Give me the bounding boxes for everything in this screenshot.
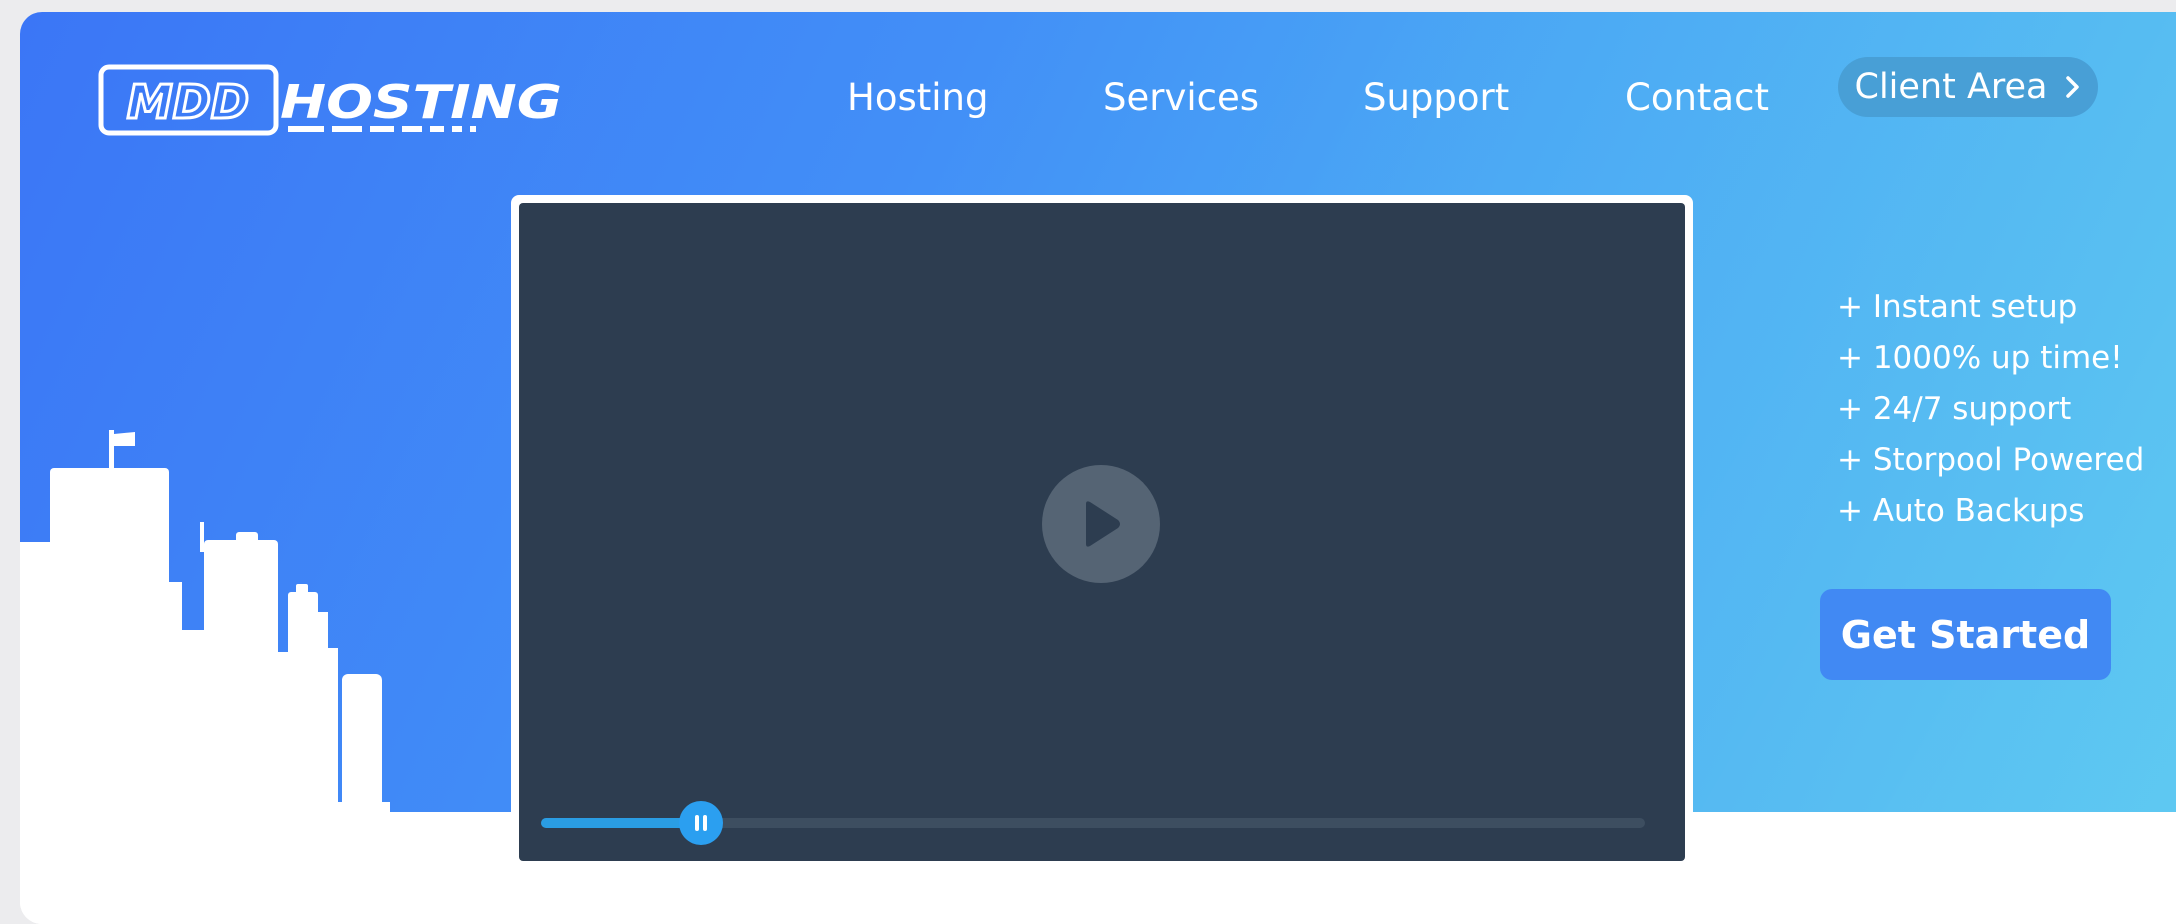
- play-button[interactable]: [1042, 465, 1160, 583]
- nav-contact[interactable]: Contact: [1625, 74, 1769, 122]
- get-started-button[interactable]: Get Started: [1820, 589, 2111, 680]
- feature-item: + Auto Backups: [1837, 493, 2085, 529]
- svg-text:MDD: MDD: [127, 75, 249, 129]
- page-card: MDD HOSTING Hosting Services Support Con…: [20, 12, 2176, 924]
- feature-item: + Instant setup: [1837, 289, 2078, 325]
- flag-icon: [114, 432, 135, 446]
- progress-fill: [541, 818, 701, 828]
- pause-icon: [695, 815, 707, 831]
- city-skyline-icon: [20, 430, 390, 924]
- feature-item: + 24/7 support: [1837, 391, 2072, 427]
- svg-text:HOSTING: HOSTING: [280, 75, 562, 129]
- nav-hosting[interactable]: Hosting: [847, 74, 988, 122]
- nav-support[interactable]: Support: [1363, 74, 1509, 122]
- chevron-right-icon: [2065, 76, 2079, 98]
- feature-item: + Storpool Powered: [1837, 442, 2145, 478]
- client-area-label: Client Area: [1854, 67, 2048, 107]
- client-area-button[interactable]: Client Area: [1838, 57, 2098, 117]
- progress-knob[interactable]: [679, 801, 723, 845]
- logo[interactable]: MDD HOSTING: [98, 62, 568, 144]
- play-icon: [1086, 501, 1120, 547]
- feature-list: + Instant setup + 1000% up time! + 24/7 …: [1837, 282, 2144, 537]
- feature-item: + 1000% up time!: [1837, 340, 2123, 376]
- video-player[interactable]: [519, 203, 1685, 861]
- nav-services[interactable]: Services: [1103, 74, 1259, 122]
